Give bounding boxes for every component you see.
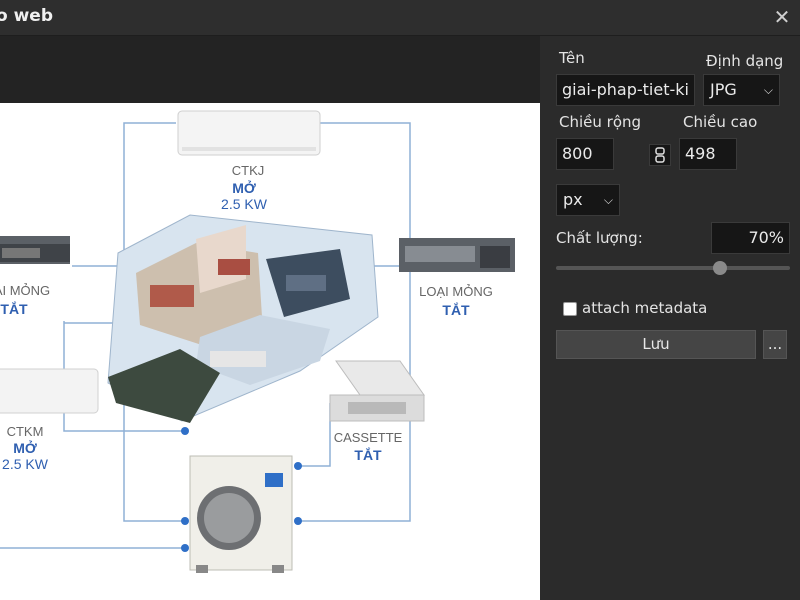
chevron-down-icon: ⌵ bbox=[763, 83, 773, 97]
cassette-model-label: CASSETTE bbox=[334, 430, 403, 445]
left-ducted-state-label: TẮT bbox=[0, 300, 28, 317]
title-bar: o web ✕ bbox=[0, 0, 800, 36]
ctkm-power-label: 2.5 KW bbox=[2, 456, 49, 472]
save-button[interactable]: Lưu bbox=[556, 330, 756, 359]
ctkm-state-label: MỞ bbox=[13, 439, 37, 456]
quality-slider-thumb[interactable] bbox=[712, 261, 727, 275]
link-icon[interactable] bbox=[649, 144, 671, 166]
house-cutaway bbox=[107, 214, 379, 423]
dialog-title: o web bbox=[0, 6, 54, 26]
unit-select[interactable]: px ⌵ bbox=[556, 184, 620, 216]
format-select[interactable]: JPG ⌵ bbox=[703, 74, 780, 106]
file-name-input[interactable]: giai-phap-tiet-ki bbox=[556, 74, 695, 106]
quality-slider-track[interactable] bbox=[556, 266, 790, 270]
ctkj-model-label: CTKJ bbox=[232, 163, 265, 178]
right-ducted-state-label: TẮT bbox=[442, 301, 470, 318]
name-label: Tên bbox=[559, 49, 585, 67]
export-settings-panel: Tên Định dạng giai-phap-tiet-ki JPG ⌵ Ch… bbox=[540, 36, 800, 600]
format-label: Định dạng bbox=[706, 52, 784, 70]
ctkj-state-label: MỞ bbox=[232, 179, 256, 196]
height-input[interactable]: 498 bbox=[679, 138, 737, 170]
ctkm-model-label: CTKM bbox=[7, 424, 44, 439]
right-ducted-unit bbox=[399, 238, 515, 272]
chevron-down-icon: ⌵ bbox=[603, 193, 613, 207]
more-options-button[interactable]: ... bbox=[763, 330, 787, 359]
preview-image: CTKJ MỞ 2.5 KW ẠI MỎNG TẮT LOẠI MỎNG TẮT… bbox=[0, 103, 540, 600]
outdoor-unit bbox=[189, 455, 293, 573]
left-ducted-unit bbox=[0, 236, 70, 264]
width-input[interactable]: 800 bbox=[556, 138, 614, 170]
width-label: Chiều rộng bbox=[559, 113, 642, 131]
left-ducted-model-label: ẠI MỎNG bbox=[0, 283, 50, 298]
format-value: JPG bbox=[710, 80, 737, 99]
attach-metadata-label: attach metadata bbox=[582, 299, 708, 317]
ctkj-unit bbox=[177, 110, 321, 156]
height-label: Chiều cao bbox=[683, 113, 758, 131]
ctkj-power-label: 2.5 KW bbox=[221, 196, 268, 212]
image-preview-area: CTKJ MỞ 2.5 KW ẠI MỎNG TẮT LOẠI MỎNG TẮT… bbox=[0, 36, 540, 600]
close-icon[interactable]: ✕ bbox=[772, 5, 792, 29]
quality-input[interactable]: 70% bbox=[711, 222, 790, 254]
attach-metadata-checkbox[interactable] bbox=[563, 302, 577, 316]
ctkm-unit bbox=[0, 368, 99, 414]
cassette-state-label: TẮT bbox=[354, 446, 382, 463]
quality-label: Chất lượng: bbox=[556, 229, 643, 247]
unit-value: px bbox=[563, 190, 583, 209]
right-ducted-model-label: LOẠI MỎNG bbox=[419, 284, 493, 299]
